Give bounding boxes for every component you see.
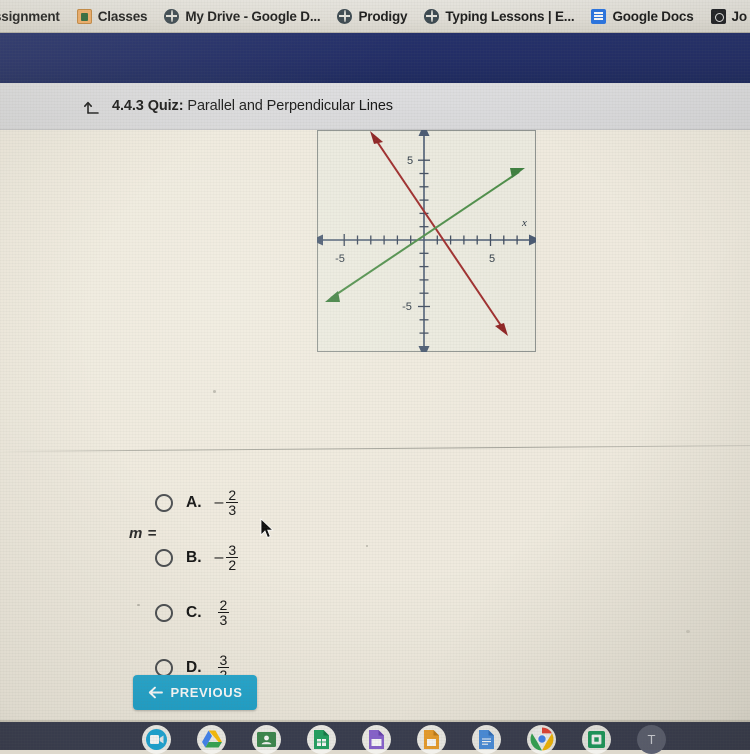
- option-value: – 3 2: [214, 541, 239, 573]
- answer-option-a[interactable]: A. – 2 3: [155, 475, 485, 530]
- bookmark-label: Classes: [97, 8, 148, 24]
- globe-icon: [337, 8, 353, 24]
- bookmark-item-prodigy[interactable]: Prodigy: [337, 8, 408, 24]
- numerator: 2: [219, 596, 228, 613]
- google-classroom-icon: [76, 8, 92, 24]
- numerator: 2: [228, 486, 237, 503]
- quiz-title-text: Parallel and Perpendicular Lines: [187, 98, 393, 114]
- x-tick-label-5: 5: [489, 253, 495, 265]
- globe-icon: [424, 8, 440, 24]
- chrome-icon[interactable]: [527, 724, 556, 754]
- previous-button[interactable]: PREVIOUS: [133, 675, 257, 710]
- denominator: 3: [226, 502, 239, 518]
- x-tick-label-neg5: -5: [335, 253, 345, 265]
- google-keep-icon[interactable]: [417, 724, 446, 754]
- numerator: 3: [228, 541, 237, 558]
- graph-svg: -5 5 5 -5 x: [317, 130, 536, 352]
- chromeos-shelf: T: [0, 720, 750, 754]
- dust-speck: [213, 390, 216, 393]
- dust-speck: [366, 545, 368, 547]
- google-drive-icon[interactable]: [197, 724, 226, 754]
- radio-button[interactable]: [155, 658, 173, 677]
- radio-button[interactable]: [155, 493, 173, 512]
- quiz-kind: Quiz:: [147, 98, 184, 114]
- answer-option-b[interactable]: B. – 3 2: [155, 530, 485, 585]
- radio-button[interactable]: [155, 548, 173, 567]
- bookmark-item-my-drive[interactable]: My Drive - Google D...: [164, 8, 321, 24]
- quiz-number: 4.4.3: [112, 98, 144, 114]
- slope-prompt: m =: [129, 525, 157, 542]
- minus-sign: –: [214, 493, 224, 511]
- app-banner: [0, 33, 750, 83]
- denominator: 2: [226, 557, 239, 573]
- page-title: 4.4.3 Quiz: Parallel and Perpendicular L…: [112, 98, 393, 114]
- dust-speck: [686, 630, 690, 633]
- bookmark-item-jo[interactable]: Jo: [710, 8, 748, 24]
- coordinate-graph: -5 5 5 -5 x: [317, 130, 536, 352]
- google-slides-icon[interactable]: [362, 724, 391, 754]
- axis-label-x: x: [521, 217, 527, 229]
- radio-button[interactable]: [155, 603, 173, 622]
- bookmark-item-google-docs[interactable]: Google Docs: [591, 8, 694, 24]
- globe-icon: [164, 8, 180, 24]
- option-value: – 2 3: [214, 486, 239, 518]
- red-line: [370, 131, 508, 336]
- dark-app-icon: [710, 8, 726, 24]
- bookmarks-bar: ssignment Classes My Drive - Google D...…: [0, 0, 750, 33]
- google-docs-icon: [591, 8, 607, 24]
- google-meet-icon[interactable]: [142, 724, 171, 754]
- quiz-header: 4.4.3 Quiz: Parallel and Perpendicular L…: [0, 83, 750, 130]
- bookmark-label: Google Docs: [612, 8, 694, 24]
- green-line: [325, 168, 525, 302]
- dust-speck: [137, 604, 140, 606]
- minus-sign: –: [214, 548, 224, 566]
- numerator: 3: [219, 651, 228, 668]
- y-tick-label-neg5: -5: [402, 301, 412, 313]
- mouse-cursor: [260, 518, 274, 539]
- option-letter: D.: [186, 658, 202, 676]
- fraction: 2 3: [226, 486, 239, 518]
- bookmark-item[interactable]: ssignment: [0, 9, 60, 24]
- fraction: 2 3: [217, 596, 230, 628]
- denominator: 3: [217, 612, 230, 628]
- answer-choices: A. – 2 3 B. – 3 2 C. 2 3 D. 3: [155, 475, 485, 695]
- screen-photo: ssignment Classes My Drive - Google D...…: [0, 0, 750, 754]
- bookmark-label: Jo: [731, 8, 748, 24]
- bookmark-label: My Drive - Google D...: [185, 8, 321, 24]
- google-docs-icon[interactable]: [472, 724, 501, 754]
- google-classroom-icon[interactable]: [252, 724, 281, 754]
- google-sheets-icon[interactable]: [307, 724, 336, 754]
- option-value: 2 3: [215, 596, 230, 628]
- back-up-arrow-icon[interactable]: [84, 97, 101, 114]
- calculator-icon[interactable]: [582, 724, 611, 754]
- bookmark-item-classes[interactable]: Classes: [76, 8, 148, 24]
- bookmark-item-typing-lessons[interactable]: Typing Lessons | E...: [424, 8, 575, 24]
- user-avatar[interactable]: T: [637, 724, 666, 754]
- fraction: 3 2: [226, 541, 239, 573]
- section-divider: [0, 445, 750, 452]
- bookmark-label: ssignment: [0, 8, 60, 24]
- option-letter: A.: [186, 493, 202, 511]
- previous-button-label: PREVIOUS: [170, 685, 243, 700]
- question-content: -5 5 5 -5 x m = A. – 2 3 B. – 3 2 C. 2 3…: [0, 130, 750, 750]
- answer-option-c[interactable]: C. 2 3: [155, 585, 485, 640]
- y-tick-label-5: 5: [407, 155, 413, 167]
- arrow-left-icon: [148, 686, 163, 699]
- bookmark-label: Typing Lessons | E...: [445, 8, 575, 24]
- option-letter: B.: [186, 548, 202, 566]
- bookmark-label: Prodigy: [358, 8, 408, 24]
- option-letter: C.: [186, 603, 202, 621]
